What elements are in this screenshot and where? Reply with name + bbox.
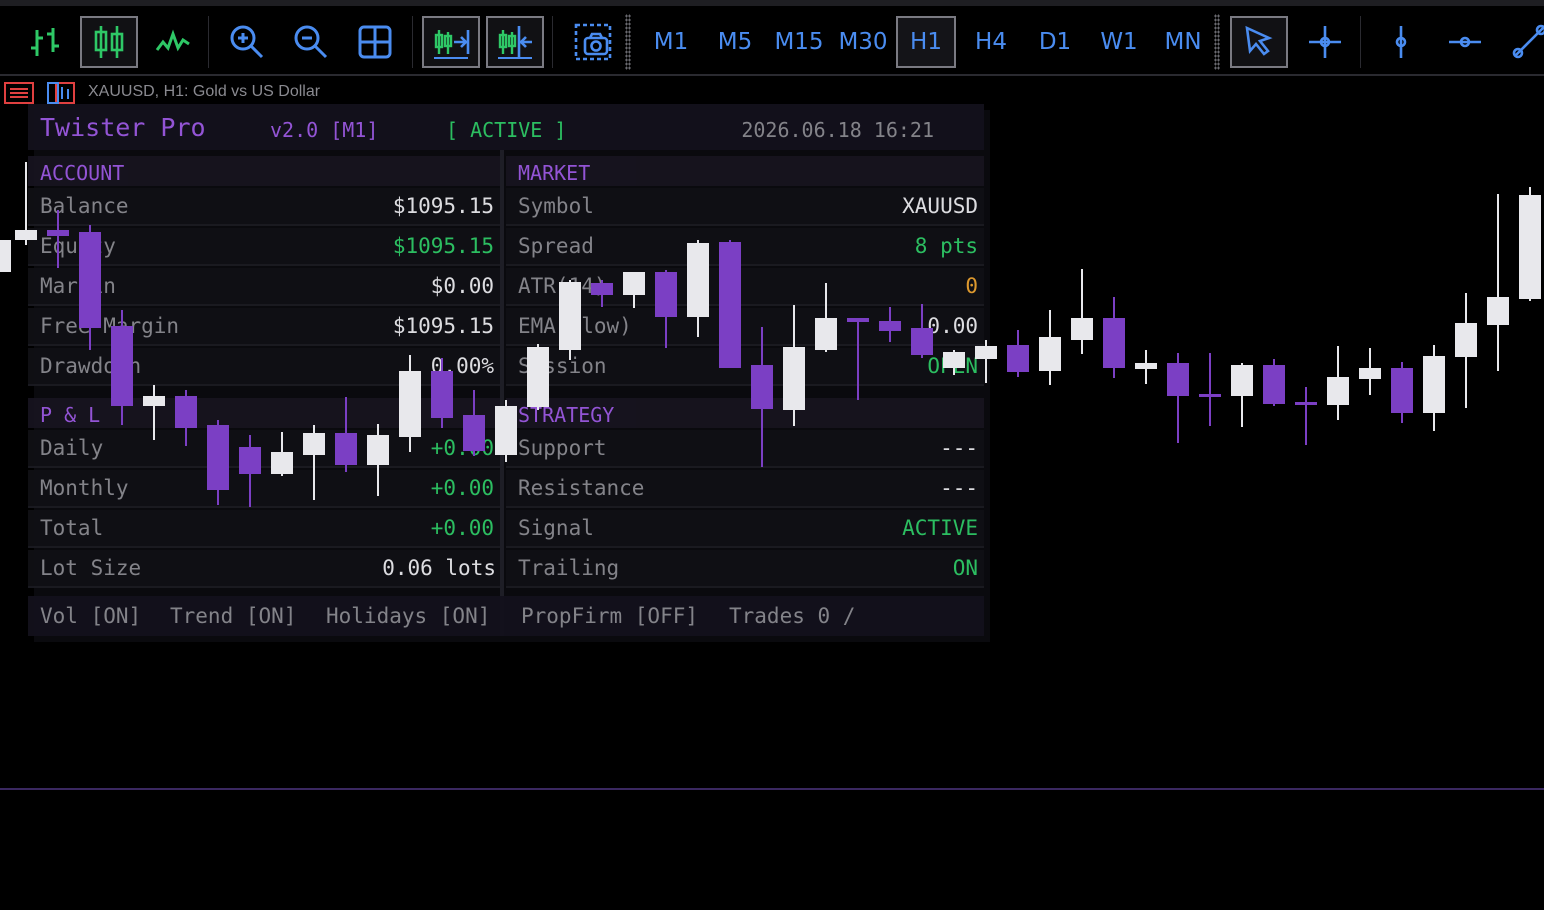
candlestick: [1359, 348, 1381, 395]
candlestick: [1167, 353, 1189, 443]
pnl-section-header: P & L: [28, 398, 500, 428]
tile-windows-icon: [358, 25, 392, 59]
timeframe-mn[interactable]: MN: [1154, 16, 1212, 68]
footer-vol-filter: Vol [ON]: [40, 604, 142, 628]
pnl-row-daily: Daily +0.00: [28, 430, 500, 468]
tile-windows-button[interactable]: [346, 16, 404, 68]
vertical-line-button[interactable]: [1372, 16, 1430, 68]
candlestick: [1455, 293, 1477, 408]
candlestick-chart-button[interactable]: [80, 16, 138, 68]
dashboard-status: [ ACTIVE ]: [446, 118, 567, 142]
market-row-atr: ATR(14) 0: [506, 268, 984, 306]
line-chart-icon: [155, 29, 190, 52]
market-row-ema: EMA(slow) 0.00: [506, 308, 984, 346]
candlestick: [1487, 194, 1509, 371]
candlestick: [1391, 362, 1413, 423]
auto-scroll-button[interactable]: [422, 16, 480, 68]
candlestick: [1007, 330, 1029, 377]
cursor-button[interactable]: [1230, 16, 1288, 68]
account-row-free-margin: Free Margin $1095.15: [28, 308, 500, 346]
timeframe-m5[interactable]: M5: [706, 16, 764, 68]
pnl-row-total: Total +0.00: [28, 510, 500, 548]
candlestick: [1327, 346, 1349, 420]
candlestick: [1519, 187, 1541, 301]
account-section-header: ACCOUNT: [28, 156, 500, 186]
screenshot-button[interactable]: [564, 16, 622, 68]
auto-scroll-icon: [434, 30, 470, 59]
bar-chart-button[interactable]: [16, 16, 74, 68]
trendline-icon: [1512, 24, 1544, 59]
candlestick: [1423, 345, 1445, 431]
market-row-symbol: Symbol XAUUSD: [506, 188, 984, 226]
strategy-row-signal: Signal ACTIVE: [506, 510, 984, 548]
footer-trend-filter: Trend [ON]: [170, 604, 297, 628]
timeframe-h1[interactable]: H1: [896, 16, 956, 68]
screenshot-icon: [574, 23, 612, 61]
horizontal-line-button[interactable]: [1436, 16, 1494, 68]
strategy-row-trailing: Trailing ON: [506, 550, 984, 588]
candlestick: [1199, 353, 1221, 426]
main-toolbar: M1 M5 M15 M30 H1 H4 D1 W1 MN: [0, 0, 1544, 76]
dashboard-datetime: 2026.06.18 16:21: [741, 118, 934, 142]
candlestick: [1263, 359, 1285, 406]
pnl-row-lot-size: Lot Size 0.06 lots: [28, 550, 500, 588]
cursor-icon: [1245, 25, 1273, 56]
dashboard-footer: Vol [ON] Trend [ON] Holidays [ON] PropFi…: [28, 596, 984, 636]
timeframe-m30[interactable]: M30: [834, 16, 892, 68]
candlestick: [1295, 387, 1317, 445]
crosshair-button[interactable]: [1296, 16, 1354, 68]
dashboard-header: Twister Pro v2.0 [M1] [ ACTIVE ] 2026.06…: [28, 104, 984, 150]
zoom-in-button[interactable]: [218, 16, 276, 68]
candlestick: [1231, 363, 1253, 427]
footer-trades-count: Trades 0 /: [729, 604, 856, 628]
strategy-row-support: Support ---: [506, 430, 984, 468]
account-row-margin: Margin $0.00: [28, 268, 500, 306]
line-chart-button[interactable]: [144, 16, 202, 68]
footer-holidays-filter: Holidays [ON]: [326, 604, 491, 628]
twister-dashboard: Twister Pro v2.0 [M1] [ ACTIVE ] 2026.06…: [28, 104, 984, 636]
zoom-out-icon: [294, 25, 328, 59]
timeframe-h4[interactable]: H4: [962, 16, 1020, 68]
candlestick: [1135, 350, 1157, 384]
account-row-drawdown: Drawdown 0.00%: [28, 348, 500, 386]
timeframe-m15[interactable]: M15: [770, 16, 828, 68]
dashboard-title: Twister Pro: [40, 113, 206, 142]
candlestick: [1103, 297, 1125, 378]
candlestick: [1039, 310, 1061, 385]
crosshair-icon: [1309, 26, 1341, 58]
bar-chart-icon: [31, 28, 59, 56]
market-row-session: Session OPEN: [506, 348, 984, 386]
vertical-line-icon: [1395, 26, 1407, 58]
strategy-section-header: STRATEGY: [506, 398, 984, 428]
subwindow-divider[interactable]: [0, 788, 1544, 790]
horizontal-line-icon: [1449, 36, 1481, 48]
trendline-button[interactable]: [1500, 16, 1544, 68]
zoom-in-icon: [230, 25, 264, 59]
strategy-row-resistance: Resistance ---: [506, 470, 984, 508]
chart-shift-button[interactable]: [486, 16, 544, 68]
indicator-list-icon[interactable]: [4, 81, 34, 105]
timeframe-m1[interactable]: M1: [642, 16, 700, 68]
chart-symbol-label: XAUUSD, H1: Gold vs US Dollar: [88, 83, 321, 100]
account-row-equity: Equity $1095.15: [28, 228, 500, 266]
chart-shift-icon: [498, 26, 532, 59]
timeframe-w1[interactable]: W1: [1090, 16, 1148, 68]
candlestick-chart-icon: [94, 26, 124, 58]
zoom-out-button[interactable]: [282, 16, 340, 68]
timeframe-d1[interactable]: D1: [1026, 16, 1084, 68]
panel-column-divider: [500, 150, 504, 636]
object-list-icon[interactable]: [46, 81, 76, 105]
footer-propfirm-mode: PropFirm [OFF]: [521, 604, 699, 628]
candlestick: [0, 240, 11, 272]
dashboard-version: v2.0 [M1]: [270, 118, 379, 142]
market-row-spread: Spread 8 pts: [506, 228, 984, 266]
pnl-row-monthly: Monthly +0.00: [28, 470, 500, 508]
account-row-balance: Balance $1095.15: [28, 188, 500, 226]
candlestick: [1071, 269, 1093, 354]
market-section-header: MARKET: [506, 156, 984, 186]
